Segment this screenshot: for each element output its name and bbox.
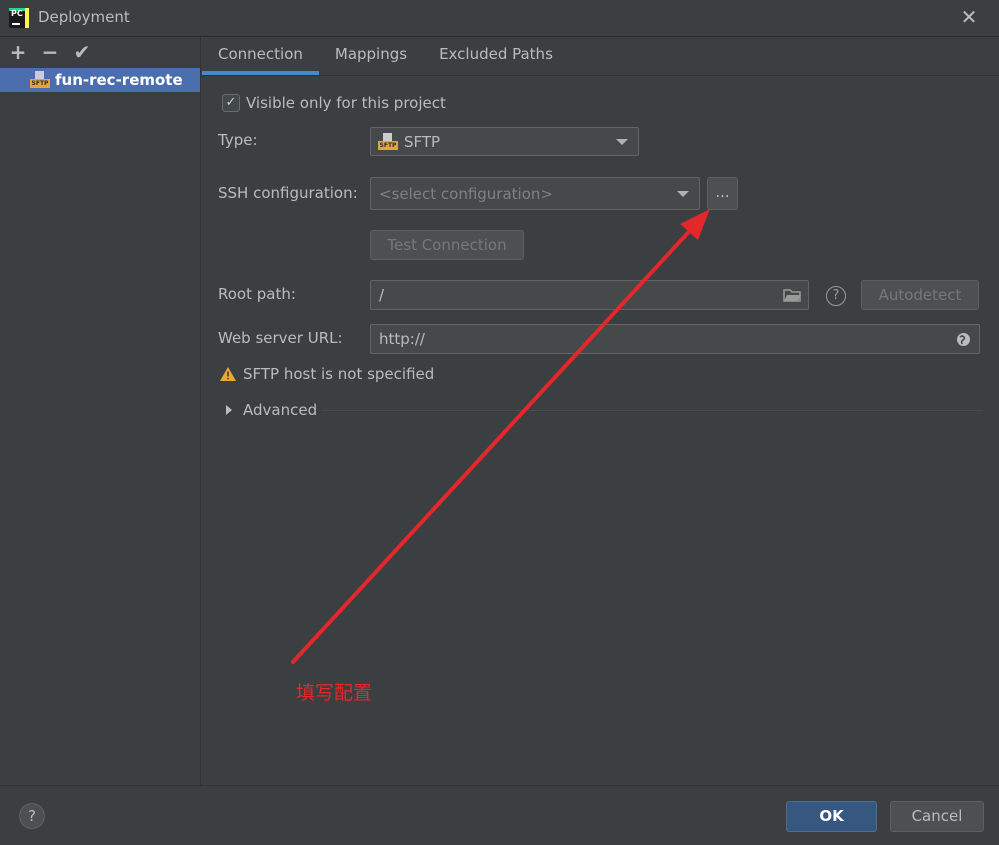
annotation-text: 填写配置 — [296, 682, 373, 704]
footer-divider — [0, 785, 999, 786]
ok-button[interactable]: OK — [786, 801, 877, 832]
help-button[interactable]: ? — [19, 803, 45, 829]
cancel-button[interactable]: Cancel — [890, 801, 984, 832]
annotation-arrow — [291, 209, 710, 664]
